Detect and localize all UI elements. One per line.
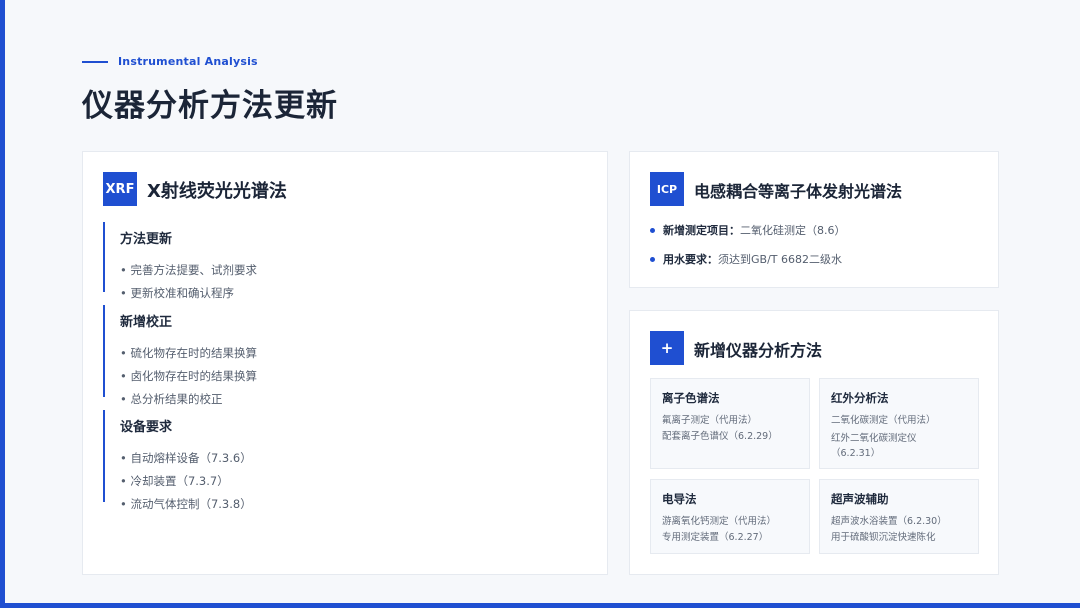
new-methods-title: 新增仪器分析方法 (694, 341, 823, 360)
method-line: 游离氧化钙测定（代用法） (662, 516, 777, 527)
xrf-title: X射线荧光光谱法 (147, 181, 287, 202)
icp-row: 用水要求： 须达到GB/T 6682二级水 (650, 251, 842, 267)
method-line: 专用测定装置（6.2.27） (662, 532, 769, 543)
method-card-ion-chromatography: 离子色谱法 氟离子测定（代用法） 配套离子色谱仪（6.2.29） (650, 378, 810, 469)
method-line: 红外二氧化碳测定仪 (831, 433, 917, 444)
method-card-infrared: 红外分析法 二氧化碳测定（代用法） 红外二氧化碳测定仪 （6.2.31） (819, 378, 979, 469)
method-card-conductometry: 电导法 游离氧化钙测定（代用法） 专用测定装置（6.2.27） (650, 479, 810, 554)
section-method-update: 方法更新 • 完善方法提要、试剂要求 • 更新校准和确认程序 (103, 222, 257, 300)
icp-row-key: 用水要求： (663, 253, 718, 266)
method-title: 超声波辅助 (831, 492, 889, 506)
section-title: 新增校正 (120, 315, 173, 330)
icp-row-value: 二氧化硅测定（8.6） (740, 224, 846, 237)
method-line: 超声波水浴装置（6.2.30） (831, 516, 947, 527)
plus-icon: + (650, 331, 684, 365)
bullet-dot (650, 227, 655, 233)
method-line: （6.2.31） (831, 448, 881, 459)
list-item: • 硫化物存在时的结果换算 (120, 346, 257, 360)
new-methods-card: + 新增仪器分析方法 离子色谱法 氟离子测定（代用法） 配套离子色谱仪（6.2.… (629, 310, 999, 575)
eyebrow-line (82, 60, 108, 63)
list-item: • 流动气体控制（7.3.8） (120, 497, 252, 511)
list-item: • 自动熔样设备（7.3.6） (120, 451, 252, 465)
icp-row: 新增测定项目： 二氧化硅测定（8.6） (650, 222, 846, 238)
eyebrow: Instrumental Analysis (82, 55, 258, 68)
section-title: 设备要求 (120, 420, 173, 435)
method-line: 配套离子色谱仪（6.2.29） (662, 431, 778, 442)
method-line: 用于硫酸钡沉淀快速陈化 (831, 532, 936, 543)
eyebrow-text: Instrumental Analysis (118, 55, 258, 68)
method-line: 二氧化碳测定（代用法） (831, 415, 936, 426)
list-item: • 更新校准和确认程序 (120, 286, 234, 300)
icp-card: ICP 电感耦合等离子体发射光谱法 新增测定项目： 二氧化硅测定（8.6） 用水… (629, 151, 999, 288)
list-item: • 冷却装置（7.3.7） (120, 474, 229, 488)
list-item: • 卤化物存在时的结果换算 (120, 369, 257, 383)
method-title: 电导法 (662, 492, 697, 506)
method-line: 氟离子测定（代用法） (662, 415, 758, 426)
bottom-accent-bar (0, 603, 1080, 608)
list-item: • 总分析结果的校正 (120, 392, 223, 406)
left-accent-bar (0, 0, 5, 608)
bullet-dot (650, 256, 655, 262)
xrf-card: XRF X射线荧光光谱法 方法更新 • 完善方法提要、试剂要求 • 更新校准和确… (82, 151, 608, 575)
icp-badge: ICP (650, 172, 684, 206)
method-card-ultrasonic: 超声波辅助 超声波水浴装置（6.2.30） 用于硫酸钡沉淀快速陈化 (819, 479, 979, 554)
icp-row-key: 新增测定项目： (663, 224, 740, 237)
xrf-badge: XRF (103, 172, 137, 206)
icp-row-value: 须达到GB/T 6682二级水 (718, 253, 842, 266)
section-title: 方法更新 (120, 232, 173, 247)
icp-title: 电感耦合等离子体发射光谱法 (694, 182, 903, 201)
section-new-correction: 新增校正 • 硫化物存在时的结果换算 • 卤化物存在时的结果换算 • 总分析结果… (103, 305, 257, 406)
section-equipment: 设备要求 • 自动熔样设备（7.3.6） • 冷却装置（7.3.7） • 流动气… (103, 410, 252, 511)
list-item: • 完善方法提要、试剂要求 (120, 263, 257, 277)
method-title: 红外分析法 (831, 391, 889, 405)
page-title: 仪器分析方法更新 (82, 88, 338, 124)
method-title: 离子色谱法 (662, 391, 720, 405)
